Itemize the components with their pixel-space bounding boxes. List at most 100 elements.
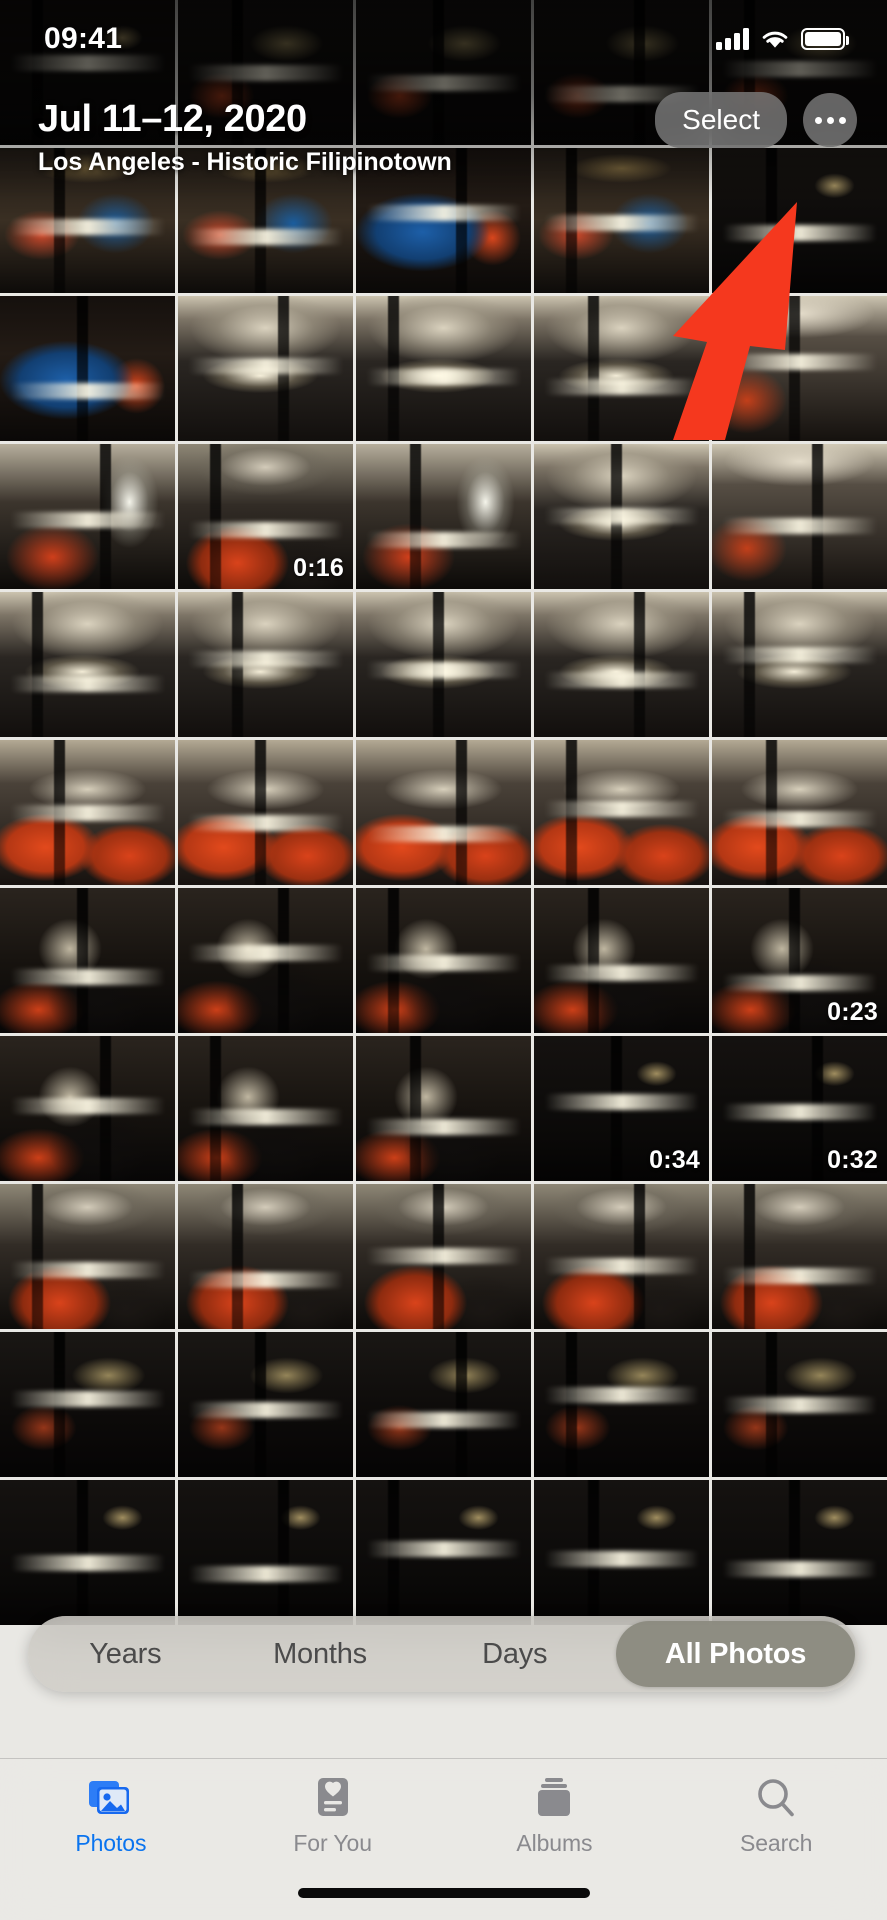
- photo-thumbnail[interactable]: [534, 1480, 709, 1625]
- photo-thumbnail[interactable]: [356, 592, 531, 737]
- photo-thumbnail[interactable]: [178, 1480, 353, 1625]
- photo-thumbnail[interactable]: [356, 444, 531, 589]
- photo-thumbnail[interactable]: [356, 740, 531, 885]
- photo-thumbnail[interactable]: 0:34: [534, 1036, 709, 1181]
- photo-thumbnail[interactable]: [712, 1332, 887, 1477]
- photo-thumbnail[interactable]: [534, 1332, 709, 1477]
- photo-thumbnail[interactable]: [0, 1332, 175, 1477]
- photo-texture-pole: [77, 888, 88, 1033]
- photo-thumbnail[interactable]: [534, 888, 709, 1033]
- photo-texture-glow: [366, 368, 521, 385]
- photo-thumbnail[interactable]: [178, 1332, 353, 1477]
- photo-thumbnail[interactable]: [0, 592, 175, 737]
- photo-thumbnail[interactable]: [178, 296, 353, 441]
- photo-thumbnail[interactable]: [534, 740, 709, 885]
- photo-thumbnail[interactable]: [178, 740, 353, 885]
- photo-thumbnail-image: [712, 444, 887, 589]
- photo-thumbnail[interactable]: [0, 888, 175, 1033]
- photo-texture-glow: [188, 1272, 343, 1289]
- photo-texture-glow: [722, 354, 877, 370]
- photo-thumbnail[interactable]: 0:16: [178, 444, 353, 589]
- photo-thumbnail[interactable]: [534, 296, 709, 441]
- segment-days[interactable]: Days: [421, 1621, 608, 1687]
- photo-thumbnail[interactable]: [178, 888, 353, 1033]
- video-duration-label: 0:23: [827, 998, 878, 1026]
- photo-thumbnail[interactable]: [356, 888, 531, 1033]
- photo-thumbnail[interactable]: [712, 444, 887, 589]
- video-duration-label: 0:34: [649, 1146, 700, 1174]
- photo-thumbnail[interactable]: [0, 296, 175, 441]
- navigation-bar: Jul 11–12, 2020 Los Angeles - Historic F…: [0, 86, 887, 177]
- photo-thumbnail[interactable]: [0, 1184, 175, 1329]
- photo-texture-glow: [544, 1387, 699, 1404]
- photo-thumbnail[interactable]: [534, 1184, 709, 1329]
- photo-texture-glow: [366, 1540, 521, 1557]
- photo-texture-glow: [544, 671, 699, 688]
- photo-texture-glow: [366, 1118, 521, 1135]
- photo-texture-glow: [544, 378, 699, 395]
- photo-texture-pole: [455, 1332, 467, 1477]
- photo-thumbnail[interactable]: [178, 1036, 353, 1181]
- photo-thumbnail[interactable]: [712, 1480, 887, 1625]
- photo-texture-glow: [722, 975, 877, 991]
- photo-thumbnail[interactable]: [178, 1184, 353, 1329]
- photo-thumbnail[interactable]: [178, 592, 353, 737]
- segment-years[interactable]: Years: [32, 1621, 219, 1687]
- photo-thumbnail[interactable]: [0, 444, 175, 589]
- photo-thumbnail-image: [0, 592, 175, 737]
- photo-thumbnail[interactable]: 0:32: [712, 1036, 887, 1181]
- tab-for-you[interactable]: For You: [222, 1775, 444, 1857]
- photo-texture-glow: [544, 214, 699, 231]
- photo-texture-pole: [77, 1480, 88, 1625]
- photo-texture-pole: [743, 1184, 755, 1329]
- photos-app-screen: 0:16 0:23 0:34 0:32 09:41 Jul 11–12, 2020 L…: [0, 0, 887, 1920]
- photo-thumbnail[interactable]: [356, 1332, 531, 1477]
- photo-thumbnail[interactable]: [0, 1480, 175, 1625]
- tab-albums[interactable]: Albums: [444, 1775, 666, 1857]
- photo-texture-glow: [188, 229, 343, 246]
- home-indicator[interactable]: [297, 1888, 590, 1898]
- photo-texture-glow: [188, 1565, 343, 1582]
- select-button[interactable]: Select: [655, 92, 787, 148]
- photo-thumbnail[interactable]: [0, 1036, 175, 1181]
- photo-thumbnail-image: [534, 592, 709, 737]
- tab-photos[interactable]: Photos: [0, 1775, 222, 1857]
- photo-texture-pole: [743, 592, 755, 737]
- timeline-scope-segmented-control[interactable]: Years Months Days All Photos: [28, 1616, 859, 1692]
- tab-photos-label: Photos: [75, 1830, 147, 1856]
- photo-texture-pole: [410, 1036, 422, 1181]
- photo-thumbnail[interactable]: [356, 296, 531, 441]
- photo-texture-glow: [722, 1268, 877, 1285]
- photo-texture-glow: [10, 969, 165, 986]
- photo-thumbnail[interactable]: 0:23: [712, 888, 887, 1033]
- photo-texture-pole: [31, 1184, 43, 1329]
- photo-thumbnail[interactable]: [534, 444, 709, 589]
- segment-months[interactable]: Months: [227, 1621, 414, 1687]
- tab-search[interactable]: Search: [665, 1775, 887, 1857]
- photo-thumbnail[interactable]: [712, 1184, 887, 1329]
- photo-texture-pole: [565, 1332, 577, 1477]
- photo-texture-glow: [722, 517, 877, 534]
- segment-all-photos[interactable]: All Photos: [616, 1621, 856, 1687]
- photo-texture-glow: [10, 1262, 165, 1279]
- photo-thumbnail[interactable]: [0, 740, 175, 885]
- photo-texture-glow: [10, 1555, 165, 1572]
- photo-texture-pole: [255, 740, 266, 885]
- photo-texture-pole: [633, 1184, 645, 1329]
- photo-thumbnail[interactable]: [534, 592, 709, 737]
- photo-texture-glow: [544, 507, 699, 524]
- ellipsis-icon[interactable]: [803, 93, 857, 147]
- photo-thumbnail[interactable]: [712, 592, 887, 737]
- for-you-icon: [313, 1775, 353, 1821]
- photo-thumbnail[interactable]: [356, 1036, 531, 1181]
- photo-thumbnail[interactable]: [356, 1184, 531, 1329]
- photo-texture-glow: [366, 954, 521, 971]
- status-bar-indicators: [716, 28, 849, 51]
- photo-thumbnail[interactable]: [712, 296, 887, 441]
- photo-thumbnail[interactable]: [712, 740, 887, 885]
- photo-texture-glow: [188, 1108, 343, 1125]
- photo-texture-glow: [10, 805, 165, 822]
- photo-texture-glow: [366, 532, 521, 549]
- photo-thumbnail[interactable]: [356, 1480, 531, 1625]
- photo-texture-glow: [722, 1104, 877, 1121]
